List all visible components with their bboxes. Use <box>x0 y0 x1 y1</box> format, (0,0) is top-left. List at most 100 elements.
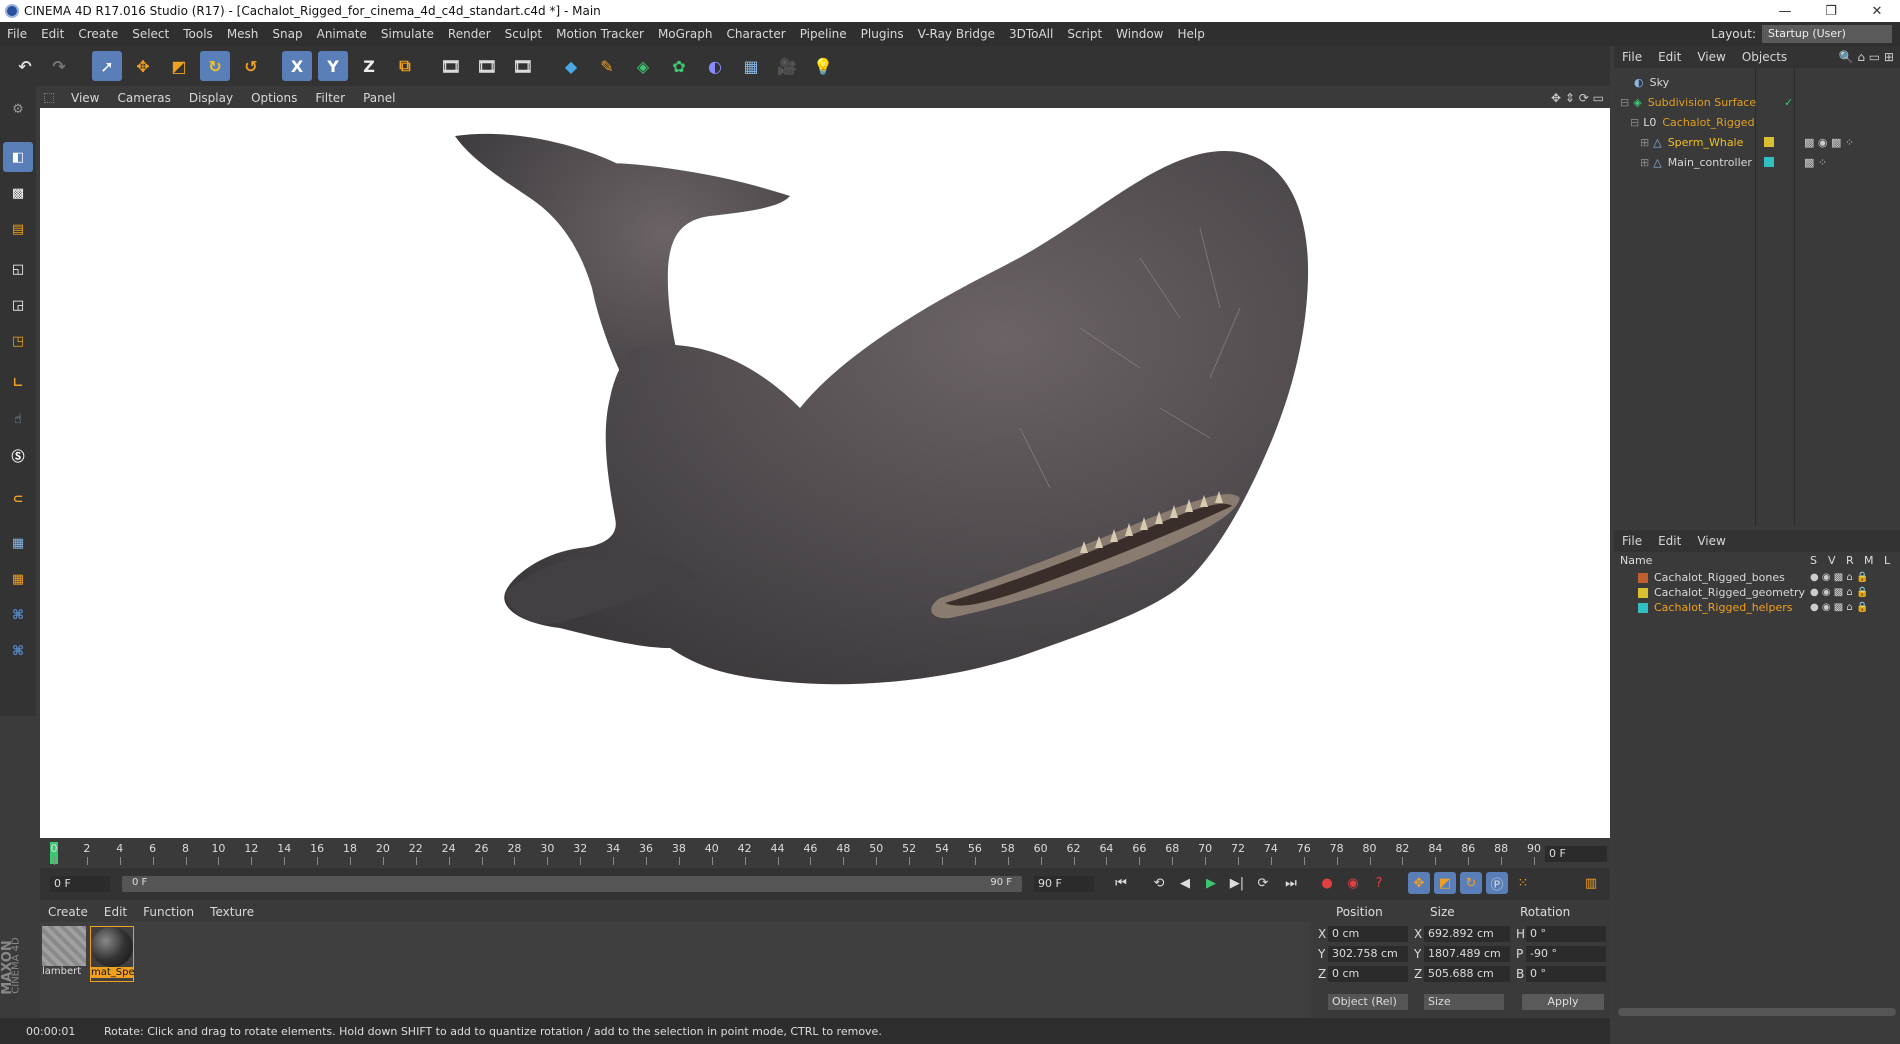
layer-flags-icons[interactable]: ● ◉ ▩ ⌂ 🔒 <box>1810 587 1868 598</box>
end-frame-field[interactable]: 90 F <box>1034 876 1094 892</box>
viewport-menu-options[interactable]: Options <box>242 91 306 105</box>
size-mode-dropdown[interactable]: Size <box>1424 994 1504 1010</box>
expand-icon[interactable]: ⊟ <box>1620 96 1629 109</box>
menu-motion-tracker[interactable]: Motion Tracker <box>549 27 651 41</box>
texture-mode-icon[interactable]: ▩ <box>3 178 33 208</box>
move-tool-icon[interactable]: ✥ <box>128 51 158 81</box>
menu-help[interactable]: Help <box>1170 27 1211 41</box>
menu-3dtoall[interactable]: 3DToAll <box>1002 27 1060 41</box>
timeline-window-icon[interactable]: ▥ <box>1580 872 1602 894</box>
menu-character[interactable]: Character <box>719 27 792 41</box>
key-parameter-icon[interactable]: Ⓟ <box>1486 872 1508 894</box>
material-menu-texture[interactable]: Texture <box>202 905 262 919</box>
go-to-end-icon[interactable]: ⏭ <box>1280 872 1302 894</box>
next-frame-icon[interactable]: ▶| <box>1226 872 1248 894</box>
object-tags-icons[interactable]: ▩ ◉ ▩ ⁘ <box>1804 136 1854 149</box>
menu-edit[interactable]: Edit <box>34 27 71 41</box>
menu-snap[interactable]: Snap <box>265 27 309 41</box>
pen-spline-icon[interactable]: ✎ <box>592 51 622 81</box>
light-icon[interactable]: 💡 <box>808 51 838 81</box>
viewport-menu-display[interactable]: Display <box>180 91 242 105</box>
object-row-main-controller[interactable]: ⊞ △ Main_controller ▩ ⁘ <box>1614 152 1900 172</box>
make-editable-icon[interactable]: ⚙ <box>3 94 33 124</box>
expand-icon[interactable]: ⊟ <box>1630 116 1639 129</box>
subdivision-surface-icon[interactable]: ◈ <box>628 51 658 81</box>
deformer-icon[interactable]: ◐ <box>700 51 730 81</box>
size-x-field[interactable]: 692.892 cm <box>1424 926 1510 942</box>
record-keys-icon[interactable]: ● <box>1316 872 1338 894</box>
rotation-p-field[interactable]: -90 ° <box>1526 946 1606 962</box>
layer-menu-file[interactable]: File <box>1614 534 1650 548</box>
object-menu-view[interactable]: View <box>1689 50 1733 64</box>
floor-icon[interactable]: ▦ <box>736 51 766 81</box>
material-mat-spe[interactable]: mat_Spe <box>90 926 135 982</box>
layer-color-swatch[interactable] <box>1764 137 1774 147</box>
expand-icon[interactable]: ⊞ <box>1640 136 1649 149</box>
viewport-navigation-icons[interactable]: ✥ ⇕ ⟳ ▭ <box>1551 91 1604 105</box>
object-row-cachalot-rigged[interactable]: ⊟ L0 Cachalot_Rigged <box>1614 112 1900 132</box>
y-axis-lock-icon[interactable]: Y <box>318 51 348 81</box>
previous-frame-icon[interactable]: ◀ <box>1174 872 1196 894</box>
menu-file[interactable]: File <box>0 27 34 41</box>
play-icon[interactable]: ▶ <box>1200 872 1222 894</box>
python-script-2-icon[interactable]: ⌘ <box>3 636 33 666</box>
rotate-tool-icon[interactable]: ↻ <box>200 51 230 81</box>
workplane-lock-icon[interactable]: ▦ <box>3 528 33 558</box>
object-row-subdivision-surface[interactable]: ⊟ ◈ Subdivision Surface ✓ <box>1614 92 1900 112</box>
layer-row-helpers[interactable]: Cachalot_Rigged_helpers ● ◉ ▩ ⌂ 🔒 <box>1614 600 1900 615</box>
object-row-sky[interactable]: ◐ Sky <box>1614 72 1900 92</box>
render-settings-icon[interactable]: 🎞 <box>508 51 538 81</box>
key-scale-icon[interactable]: ◩ <box>1434 872 1456 894</box>
live-selection-icon[interactable]: ➚ <box>92 51 122 81</box>
object-tags-icons[interactable]: ▩ ⁘ <box>1804 156 1827 169</box>
axis-mode-icon[interactable]: ∟ <box>3 368 33 398</box>
coordinate-mode-dropdown[interactable]: Object (Rel) <box>1328 994 1408 1010</box>
object-row-sperm-whale[interactable]: ⊞ △ Sperm_Whale ▩ ◉ ▩ ⁘ <box>1614 132 1900 152</box>
polygons-mode-icon[interactable]: ◳ <box>3 326 33 356</box>
layer-color-swatch[interactable] <box>1764 157 1774 167</box>
points-mode-icon[interactable]: ◱ <box>3 254 33 284</box>
material-lambert[interactable]: lambert <box>42 926 86 982</box>
z-axis-lock-icon[interactable]: Z <box>354 51 384 81</box>
object-menu-file[interactable]: File <box>1614 50 1650 64</box>
key-position-icon[interactable]: ✥ <box>1408 872 1430 894</box>
viewport-menu-panel[interactable]: Panel <box>354 91 404 105</box>
3d-viewport[interactable] <box>40 108 1610 838</box>
position-y-field[interactable]: 302.758 cm <box>1328 946 1408 962</box>
expand-icon[interactable]: ⊞ <box>1640 156 1649 169</box>
minimize-button[interactable]: — <box>1762 0 1808 22</box>
material-menu-function[interactable]: Function <box>135 905 202 919</box>
close-button[interactable]: ✕ <box>1854 0 1900 22</box>
scale-tool-icon[interactable]: ◩ <box>164 51 194 81</box>
menu-sculpt[interactable]: Sculpt <box>498 27 549 41</box>
layer-flags-icons[interactable]: ● ◉ ▩ ⌂ 🔒 <box>1810 602 1868 613</box>
position-x-field[interactable]: 0 cm <box>1328 926 1408 942</box>
horizontal-scrollbar[interactable] <box>1618 1008 1896 1016</box>
layer-row-geometry[interactable]: Cachalot_Rigged_geometry ● ◉ ▩ ⌂ 🔒 <box>1614 585 1900 600</box>
material-menu-create[interactable]: Create <box>40 905 96 919</box>
keyframe-selection-icon[interactable]: ? <box>1368 872 1390 894</box>
menu-window[interactable]: Window <box>1109 27 1170 41</box>
enabled-check-icon[interactable]: ✓ <box>1784 96 1793 109</box>
size-y-field[interactable]: 1807.489 cm <box>1424 946 1510 962</box>
key-rotation-icon[interactable]: ↻ <box>1460 872 1482 894</box>
menu-create[interactable]: Create <box>71 27 125 41</box>
solo-mode-icon[interactable]: Ⓢ <box>3 440 33 470</box>
camera-icon[interactable]: 🎥 <box>772 51 802 81</box>
cloner-icon[interactable]: ✿ <box>664 51 694 81</box>
apply-button[interactable]: Apply <box>1522 994 1604 1010</box>
object-manager-tools-icons[interactable]: 🔍 ⌂ ▭ ⊞ <box>1839 50 1894 64</box>
object-menu-edit[interactable]: Edit <box>1650 50 1689 64</box>
layer-menu-edit[interactable]: Edit <box>1650 534 1689 548</box>
menu-plugins[interactable]: Plugins <box>854 27 911 41</box>
next-key-icon[interactable]: ⟳ <box>1252 872 1274 894</box>
timeline-ruler[interactable]: 0 2 4 6 8 10 12 14 16 18 20 22 24 26 28 30 32 34 36 38 40 42 4… <box>40 840 1610 868</box>
snapping-icon[interactable]: ⊂ <box>3 484 33 514</box>
layer-swatch[interactable] <box>1638 572 1648 583</box>
undo-icon[interactable]: ↶ <box>10 51 40 81</box>
menu-script[interactable]: Script <box>1060 27 1109 41</box>
autokey-icon[interactable]: ◉ <box>1342 872 1364 894</box>
workplane-mode-icon[interactable]: ▤ <box>3 214 33 244</box>
rotation-h-field[interactable]: 0 ° <box>1526 926 1606 942</box>
frame-range-slider[interactable]: 0 F 90 F <box>122 876 1022 892</box>
